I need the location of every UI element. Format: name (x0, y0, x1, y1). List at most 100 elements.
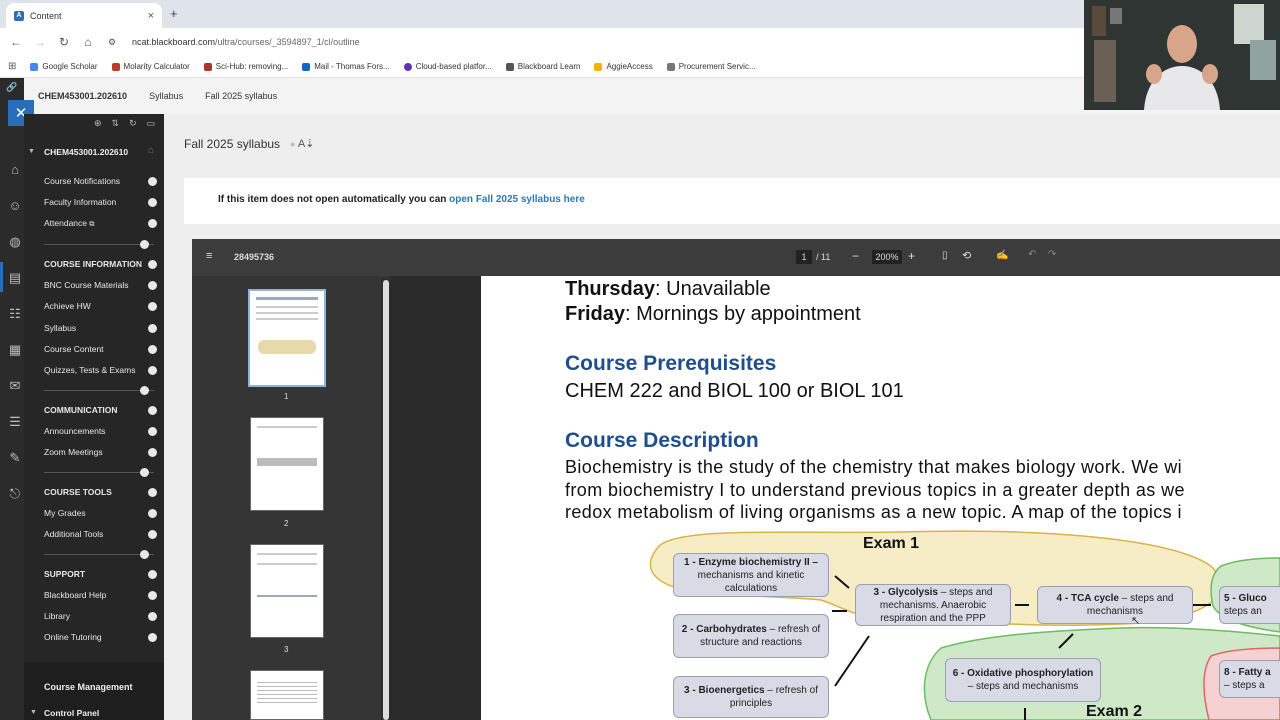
messages-icon[interactable]: ✉ (6, 378, 24, 396)
tools-icon[interactable]: ✎ (6, 450, 24, 468)
grades-icon[interactable]: ☰ (6, 414, 24, 432)
menu-item-announcements[interactable]: Announcements (44, 426, 162, 436)
menu-label: Online Tutoring (44, 632, 102, 642)
menu-dot-icon (148, 281, 157, 290)
notice-text: If this item does not open automatically… (218, 194, 585, 205)
menu-heading-course-information[interactable]: COURSE INFORMATION (44, 259, 162, 269)
folder-view-icon[interactable]: ▭ (147, 118, 166, 128)
menu-item-course-content[interactable]: Course Content (44, 344, 162, 354)
menu-tools: ⊕⇅↻▭ (94, 118, 165, 129)
bookmark-molarity-calculator[interactable]: Molarity Calculator (111, 62, 190, 71)
site-info-icon[interactable]: ⚙ (100, 37, 124, 48)
menu-item-quizzes-tests-exams[interactable]: Quizzes, Tests & Exams (44, 365, 162, 375)
sort-icon[interactable]: ⇅ (112, 118, 130, 128)
menu-course-title[interactable]: CHEM453001.202610 (44, 147, 128, 157)
redo-icon[interactable]: ↷ (1048, 249, 1056, 260)
bookmark-label: Google Scholar (42, 62, 98, 71)
sidebar-toggle-icon[interactable]: ≡ (206, 250, 212, 262)
home-page-icon[interactable]: ⌂ (148, 145, 154, 156)
page-thumbnail[interactable] (250, 544, 324, 638)
bookmark-google-scholar[interactable]: Google Scholar (30, 62, 98, 71)
topic-carbohydrates: 2 - Carbohydrates – refresh of structure… (673, 614, 829, 658)
page-title: Fall 2025 syllabus (184, 137, 281, 151)
bookmark-procurement[interactable]: Procurement Servic... (666, 62, 756, 71)
menu-item-online-tutoring[interactable]: Online Tutoring (44, 632, 162, 642)
apps-grid-icon[interactable]: ⊞ (8, 61, 16, 72)
home-icon[interactable]: ⌂ (76, 35, 100, 49)
thumb-table (257, 458, 317, 466)
topic-text: – steps and mechanisms (967, 681, 1079, 692)
forward-icon[interactable]: → (28, 35, 52, 49)
zoom-out-icon[interactable]: − (852, 249, 859, 263)
menu-dot-icon (148, 366, 157, 375)
breadcrumb-fall-syllabus[interactable]: Fall 2025 syllabus (205, 91, 277, 101)
menu-item-zoom-meetings[interactable]: Zoom Meetings (44, 447, 162, 457)
menu-heading-communication[interactable]: COMMUNICATION (44, 405, 162, 415)
add-menu-item-icon[interactable]: ⊕ (94, 118, 112, 128)
browser-tab[interactable]: A Content × (6, 3, 162, 28)
page-thumbnail[interactable] (250, 417, 324, 511)
refresh-icon[interactable]: ↻ (129, 118, 147, 128)
menu-item-blackboard-help[interactable]: Blackboard Help (44, 590, 162, 600)
menu-divider (44, 550, 154, 559)
page-thumbnail[interactable] (250, 670, 324, 720)
menu-item-my-grades[interactable]: My Grades (44, 508, 162, 518)
edit-accessibility-icon[interactable]: A⇣ (298, 138, 315, 150)
menu-item-achieve-hw[interactable]: Achieve HW (44, 301, 162, 311)
outlook-icon (302, 62, 311, 71)
status-dot-icon: ● (290, 139, 296, 149)
back-icon[interactable]: ← (4, 35, 28, 49)
menu-heading-support[interactable]: SUPPORT (44, 569, 162, 579)
collapse-icon[interactable]: ▼ (28, 148, 35, 155)
menu-item-course-notifications[interactable]: Course Notifications (44, 176, 162, 186)
exam1-label: Exam 1 (863, 535, 920, 552)
new-tab-button[interactable]: + (170, 6, 178, 21)
tab-close-icon[interactable]: × (148, 10, 154, 22)
menu-dot-icon (140, 468, 149, 477)
menu-item-attendance[interactable]: Attendance ⧉ (44, 218, 162, 229)
bookmark-label: Mail - Thomas Fors... (314, 62, 390, 71)
bookmark-aggieaccess[interactable]: AggieAccess (594, 62, 653, 71)
rotate-icon[interactable]: ⟲ (962, 249, 971, 262)
menu-heading-course-tools[interactable]: COURSE TOOLS (44, 487, 162, 497)
zoom-level[interactable]: 200% (872, 250, 902, 264)
bookmark-label: AggieAccess (606, 62, 653, 71)
thumbnail-scroll-thumb[interactable] (383, 280, 389, 720)
calendar-icon[interactable]: ▦ (6, 342, 24, 360)
annotate-icon[interactable]: ✍ (996, 250, 1008, 261)
sign-out-icon[interactable]: ⎋ (6, 486, 24, 504)
tab-title: Content (30, 10, 62, 21)
header-course-id[interactable]: CHEM453001.202610 (38, 91, 127, 101)
menu-item-bnc-course-materials[interactable]: BNC Course Materials (44, 280, 162, 290)
profile-icon[interactable]: ☺ (6, 198, 24, 216)
breadcrumb-syllabus[interactable]: Syllabus (149, 91, 183, 101)
institution-icon[interactable]: ⌂ (6, 162, 24, 180)
menu-dot-icon (148, 591, 157, 600)
thumb-line (257, 426, 317, 428)
zoom-in-icon[interactable]: + (908, 249, 915, 263)
control-panel-link[interactable]: Control Panel (44, 708, 99, 718)
control-panel-expand-icon[interactable]: ▼ (30, 709, 37, 716)
bookmark-blackboard-learn[interactable]: Blackboard Learn (505, 62, 580, 71)
bookmark-sci-hub[interactable]: Sci-Hub: removing... (203, 62, 288, 71)
reload-icon[interactable]: ↻ (52, 35, 76, 49)
fit-page-icon[interactable]: ▯ (942, 250, 948, 261)
bookmark-cloud-platform[interactable]: Cloud-based platfor... (403, 62, 492, 71)
globe-icon[interactable]: ◍ (6, 234, 24, 252)
course-management-heading[interactable]: Course Management (44, 682, 133, 692)
undo-icon[interactable]: ↶ (1028, 249, 1036, 260)
bookmark-mail[interactable]: Mail - Thomas Fors... (302, 62, 390, 71)
organizations-icon[interactable]: ☷ (6, 306, 24, 324)
menu-item-library[interactable]: Library (44, 611, 162, 621)
menu-item-faculty-information[interactable]: Faculty Information (44, 197, 162, 207)
courses-icon[interactable]: ▤ (6, 270, 24, 288)
topic-text: – steps a (1224, 680, 1265, 691)
page-thumbnail[interactable] (248, 289, 326, 387)
page-number-input[interactable]: 1 (796, 250, 812, 264)
url-field[interactable]: ncat.blackboard.com/ultra/courses/_35948… (132, 37, 360, 47)
open-syllabus-link[interactable]: open Fall 2025 syllabus here (449, 194, 585, 205)
wall-frame (1110, 8, 1122, 24)
menu-label: COMMUNICATION (44, 405, 118, 415)
menu-item-syllabus[interactable]: Syllabus (44, 323, 162, 333)
menu-item-additional-tools[interactable]: Additional Tools (44, 529, 162, 539)
